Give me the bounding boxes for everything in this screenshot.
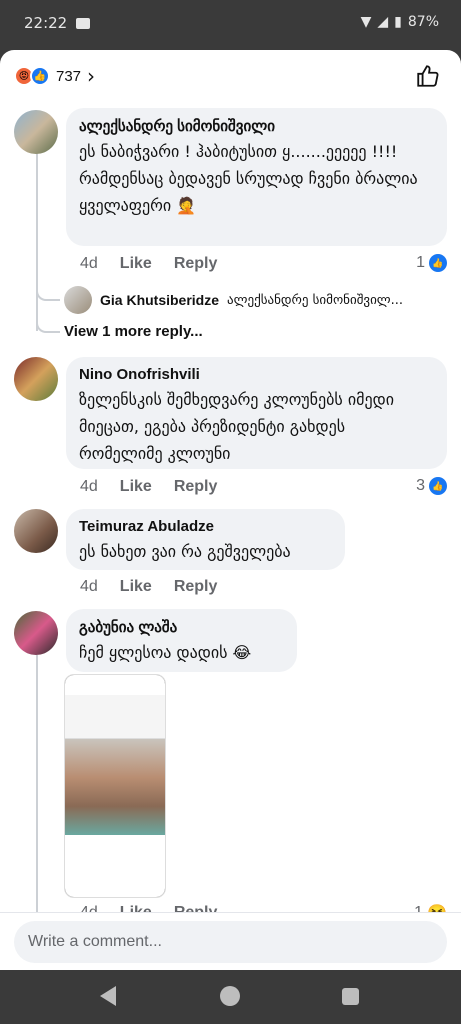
comment-author[interactable]: გაბუნია ლაშა — [79, 618, 283, 636]
like-button[interactable]: Like — [120, 478, 152, 496]
reply-author: Gia Khutsiberidze — [100, 292, 220, 308]
back-icon[interactable] — [100, 986, 116, 1006]
home-icon[interactable] — [220, 986, 240, 1006]
comment-actions: 4d Like Reply — [80, 578, 239, 596]
reply-button[interactable]: Reply — [174, 255, 218, 273]
like-button[interactable]: Like — [120, 578, 152, 596]
comment-bubble[interactable]: ალექსანდრე სიმონიშვილი ეს ნაბიჭვარი ! ჰა… — [66, 108, 447, 246]
comment-actions: 4d Like Reply — [80, 478, 239, 496]
signal-icon: ◢ — [377, 14, 389, 30]
status-bar: 22:22 ▼ ◢ ▮ 87% — [0, 0, 461, 50]
like-post-icon[interactable] — [415, 63, 441, 89]
comment-bubble[interactable]: Teimuraz Abuladze ეს ნახეთ ვაი რა გეშველ… — [66, 509, 345, 570]
view-more-replies-link[interactable]: View 1 more reply... — [64, 323, 203, 340]
battery-icon: ▮ — [394, 14, 402, 30]
avatar[interactable] — [14, 509, 58, 553]
reply-button[interactable]: Reply — [174, 478, 218, 496]
battery-percent: 87% — [407, 14, 439, 30]
comment-text: ეს ნახეთ ვაი რა გეშველება — [79, 542, 291, 561]
comment-time: 4d — [80, 578, 98, 595]
android-nav-bar — [0, 970, 461, 1024]
comment-author[interactable]: Nino Onofrishvili — [79, 366, 433, 383]
wifi-icon: ▼ — [360, 14, 372, 30]
comment-actions: 4d Like Reply — [80, 255, 239, 273]
reply-thread-connector — [36, 311, 60, 333]
like-reaction-icon: 👍 — [429, 254, 447, 272]
comment-reaction-count[interactable]: 3 👍 — [416, 477, 447, 495]
recent-apps-icon[interactable] — [342, 988, 359, 1005]
reply-thread-line — [36, 150, 38, 331]
comment-author[interactable]: ალექსანდრე სიმონიშვილი — [79, 117, 433, 135]
status-right: ▼ ◢ ▮ 87% — [361, 14, 439, 30]
comment-time: 4d — [80, 255, 98, 272]
comment-bubble[interactable]: გაბუნია ლაშა ჩემ ყლესოა დადის 😂 — [66, 609, 297, 672]
like-reaction-icon: 👍 — [30, 66, 50, 86]
reply-thread-line — [36, 655, 38, 915]
status-time: 22:22 — [24, 14, 68, 32]
comment-composer: Write a comment... — [0, 912, 461, 970]
reaction-number: 3 — [416, 477, 425, 494]
comment-input[interactable]: Write a comment... — [14, 921, 447, 963]
avatar[interactable] — [14, 611, 58, 655]
reply-thread-connector — [36, 279, 60, 301]
like-button[interactable]: Like — [120, 255, 152, 273]
like-reaction-icon: 👍 — [429, 477, 447, 495]
reaction-number: 1 — [416, 254, 425, 271]
avatar — [64, 286, 92, 314]
reactions-header[interactable]: 😡 👍 737 › — [0, 50, 461, 102]
reaction-count: 737 — [56, 67, 82, 85]
comments-sheet: 😡 👍 737 › ალექსანდრე სიმონიშვილი ეს ნაბი… — [0, 50, 461, 970]
reply-preview[interactable]: Gia Khutsiberidze ალექსანდრე სიმონიშვილ.… — [64, 286, 437, 314]
comment-time: 4d — [80, 478, 98, 495]
comment-reaction-count[interactable]: 1 👍 — [416, 254, 447, 272]
comment-text: ზელენსკის შემხედვარე კლოუნებს იმედი მიეც… — [79, 390, 394, 463]
comment-text: ჩემ ყლესოა დადის 😂 — [79, 643, 252, 662]
comment-bubble[interactable]: Nino Onofrishvili ზელენსკის შემხედვარე კ… — [66, 357, 447, 469]
chevron-right-icon: › — [87, 64, 96, 88]
avatar[interactable] — [14, 110, 58, 154]
avatar[interactable] — [14, 357, 58, 401]
reaction-summary[interactable]: 😡 👍 737 › — [14, 64, 95, 88]
comment-text: ეს ნაბიჭვარი ! ჰაბიტუსით ყ.......ეეეეე !… — [79, 142, 418, 215]
comment-author[interactable]: Teimuraz Abuladze — [79, 518, 331, 535]
reply-button[interactable]: Reply — [174, 578, 218, 596]
comment-image-attachment[interactable] — [64, 674, 166, 898]
message-notification-icon — [76, 18, 90, 29]
reply-text: ალექსანდრე სიმონიშვილ... — [227, 292, 404, 308]
